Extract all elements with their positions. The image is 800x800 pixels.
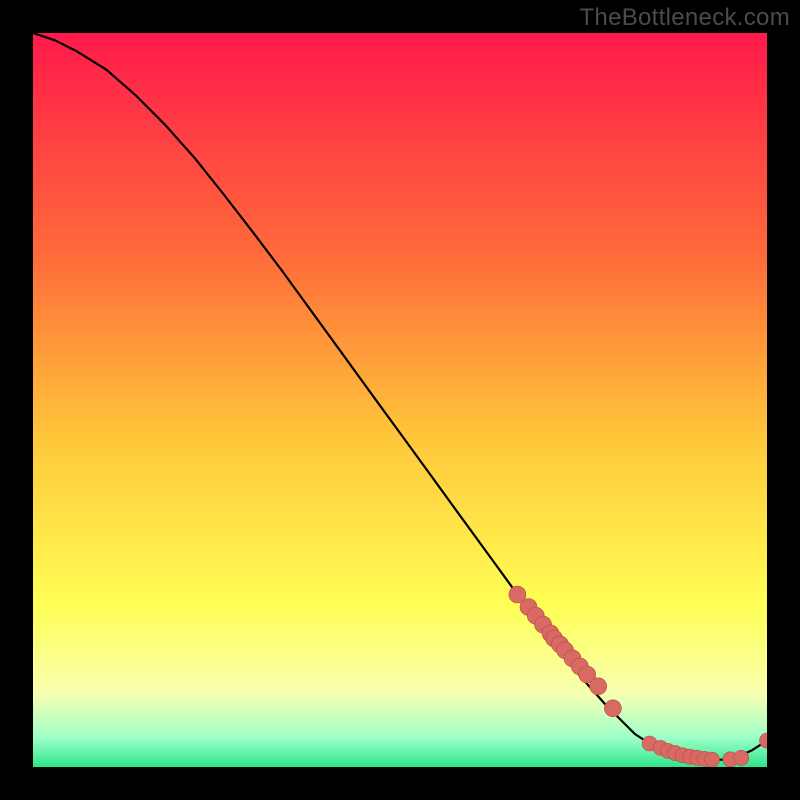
data-marker [734,750,749,765]
plot-area [33,33,767,767]
plot-svg [33,33,767,767]
gradient-background [33,33,767,767]
chart-frame: TheBottleneck.com [0,0,800,800]
data-marker [705,752,720,767]
data-marker [590,678,607,695]
data-marker [604,700,621,717]
watermark-text: TheBottleneck.com [579,4,790,32]
